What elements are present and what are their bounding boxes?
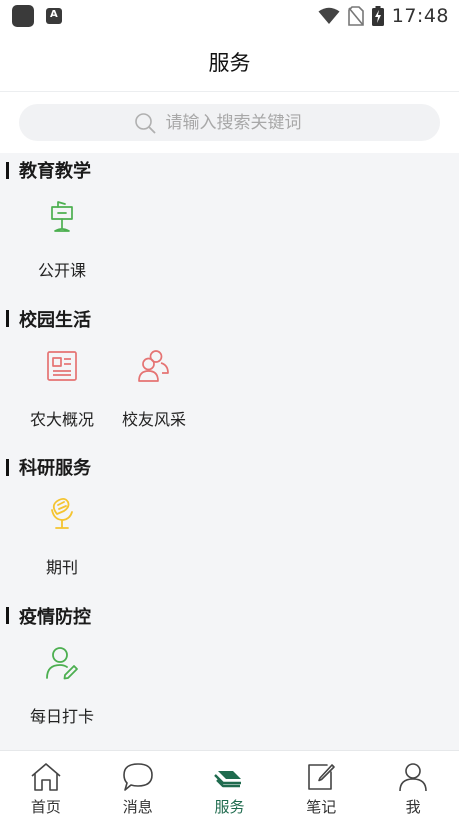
service-label: 期刊 (45, 558, 78, 577)
section-title: 校园生活 (0, 308, 91, 331)
section-teaching: 教育教学 公开课 (0, 153, 459, 302)
section-title: 教育教学 (0, 159, 91, 182)
section-research: 科研服务 期刊 (0, 450, 459, 599)
home-icon (29, 762, 63, 792)
service-label: 农大概况 (29, 409, 94, 429)
edit-note-icon (304, 762, 338, 792)
search-area (0, 92, 459, 153)
section-items: 期刊 (16, 494, 108, 578)
text-input-notification-icon (46, 8, 62, 24)
tab-me[interactable]: 我 (367, 751, 459, 817)
section-campus-life: 校园生活 农大概况 校友风采 (0, 302, 459, 451)
users-icon (134, 346, 174, 386)
tab-home[interactable]: 首页 (0, 751, 92, 817)
service-journal[interactable]: 期刊 (16, 494, 108, 578)
section-title-text: 教育教学 (19, 161, 91, 182)
section-title-text: 疫情防控 (19, 606, 91, 628)
section-items: 农大概况 校友风采 (16, 346, 200, 430)
status-time: 17:48 (391, 5, 449, 27)
service-label: 校友风采 (121, 409, 186, 429)
microphone-icon (42, 494, 82, 534)
service-list: 教育教学 公开课 校园生活 农大概况 校友风采 科研服务 期刊 疫情防控 每日打… (0, 153, 459, 749)
wifi-icon (318, 7, 340, 24)
search-icon (134, 112, 155, 133)
tab-label: 笔记 (306, 798, 337, 816)
stack-icon (212, 762, 246, 792)
page-title: 服务 (208, 50, 251, 75)
page-header: 服务 (0, 32, 459, 92)
service-alumni[interactable]: 校友风采 (108, 346, 200, 430)
user-edit-icon (42, 643, 82, 683)
section-title: 疫情防控 (0, 605, 91, 628)
section-marker (6, 161, 9, 179)
section-title-text: 科研服务 (19, 458, 91, 479)
service-daily-checkin[interactable]: 每日打卡 (16, 643, 108, 727)
section-title: 科研服务 (0, 456, 91, 479)
section-marker (6, 310, 9, 327)
tab-messages[interactable]: 消息 (92, 751, 184, 817)
section-epidemic-control: 疫情防控 每日打卡 (0, 599, 459, 748)
section-items: 公开课 (16, 197, 108, 281)
search-box[interactable] (19, 104, 440, 141)
section-marker (6, 458, 9, 476)
app-notification-icon (12, 5, 34, 27)
tab-notes[interactable]: 笔记 (275, 751, 367, 817)
service-university-overview[interactable]: 农大概况 (16, 346, 108, 430)
battery-charging-icon (371, 6, 384, 26)
search-input[interactable] (165, 112, 326, 133)
tab-label: 消息 (122, 798, 153, 816)
bottom-tab-bar: 首页 消息 服务 笔记 我 (0, 750, 459, 817)
tab-label: 首页 (30, 798, 61, 816)
person-icon (396, 762, 430, 792)
tab-label: 我 (405, 798, 421, 816)
status-bar: 17:48 (0, 0, 459, 32)
lectern-icon (42, 197, 82, 237)
service-open-course[interactable]: 公开课 (16, 197, 108, 281)
newspaper-icon (42, 346, 82, 386)
section-title-text: 校园生活 (19, 309, 91, 331)
status-bar-right: 17:48 (318, 5, 449, 27)
tab-label: 服务 (214, 798, 245, 816)
service-label: 公开课 (37, 261, 86, 280)
tab-services[interactable]: 服务 (184, 751, 276, 817)
service-label: 每日打卡 (29, 706, 94, 726)
no-sim-icon (347, 6, 364, 26)
status-bar-left (12, 5, 62, 27)
section-items: 每日打卡 (16, 643, 108, 727)
section-marker (6, 607, 9, 624)
chat-bubble-icon (121, 762, 155, 792)
